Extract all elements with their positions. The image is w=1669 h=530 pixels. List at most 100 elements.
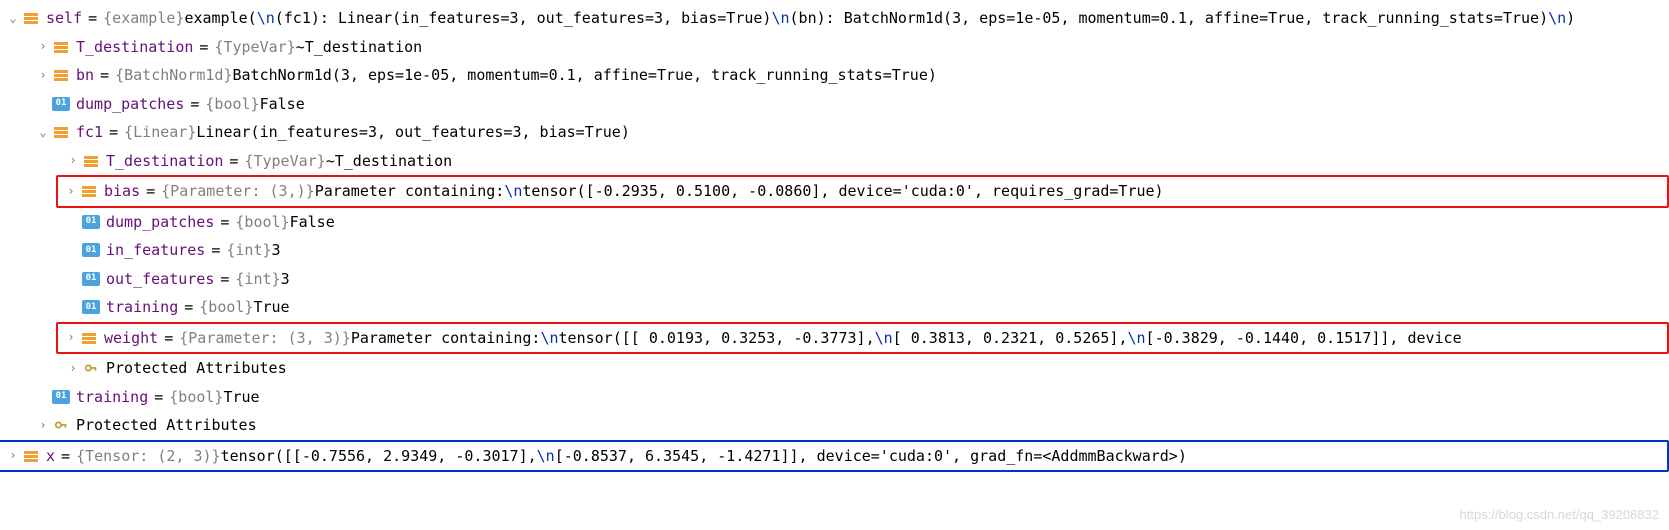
var-name: bn xyxy=(76,61,94,90)
object-icon xyxy=(22,447,40,465)
highlight-weight: › weight = {Parameter: (3, 3)} Parameter… xyxy=(56,322,1669,355)
equals: = xyxy=(148,383,169,412)
expand-arrow[interactable]: › xyxy=(62,180,80,203)
expand-arrow[interactable]: ⌄ xyxy=(4,7,22,30)
var-type: {bool} xyxy=(205,90,259,119)
object-icon xyxy=(80,182,98,200)
object-icon xyxy=(22,9,40,27)
var-fc1[interactable]: ⌄ fc1 = {Linear} Linear(in_features=3, o… xyxy=(0,118,1669,147)
var-name: dump_patches xyxy=(76,90,184,119)
var-weight[interactable]: › weight = {Parameter: (3, 3)} Parameter… xyxy=(58,324,1667,353)
equals: = xyxy=(214,208,235,237)
var-name: T_destination xyxy=(76,33,193,62)
var-bias[interactable]: › bias = {Parameter: (3,)} Parameter con… xyxy=(58,177,1667,206)
expand-arrow[interactable]: › xyxy=(34,414,52,437)
primitive-icon: 01 xyxy=(82,300,100,314)
key-icon xyxy=(52,416,70,434)
var-name: self xyxy=(46,4,82,33)
equals: = xyxy=(193,33,214,62)
var-name: bias xyxy=(104,177,140,206)
var-fc1-dump-patches[interactable]: 01 dump_patches = {bool} False xyxy=(0,208,1669,237)
equals: = xyxy=(55,442,76,471)
var-tdestination[interactable]: › T_destination = {TypeVar} ~T_destinati… xyxy=(0,33,1669,62)
object-icon xyxy=(52,123,70,141)
equals: = xyxy=(178,293,199,322)
var-value: Linear(in_features=3, out_features=3, bi… xyxy=(196,118,629,147)
var-value: tensor([[ 0.0193, 0.3253, -0.3773], xyxy=(559,324,875,353)
equals: = xyxy=(158,324,179,353)
esc: \n xyxy=(1548,4,1566,33)
var-value: tensor([[-0.7556, 2.9349, -0.3017], xyxy=(221,442,537,471)
var-fc1-training[interactable]: 01 training = {bool} True xyxy=(0,293,1669,322)
esc: \n xyxy=(540,324,558,353)
var-type: {example} xyxy=(103,4,184,33)
var-dump-patches[interactable]: 01 dump_patches = {bool} False xyxy=(0,90,1669,119)
var-value: [-0.3829, -0.1440, 0.1517]], device xyxy=(1146,324,1462,353)
var-value: ) xyxy=(1566,4,1575,33)
equals: = xyxy=(214,265,235,294)
var-name: training xyxy=(76,383,148,412)
var-type: {Linear} xyxy=(124,118,196,147)
var-name: fc1 xyxy=(76,118,103,147)
var-value: ~T_destination xyxy=(326,147,452,176)
var-value: BatchNorm1d(3, eps=1e-05, momentum=0.1, … xyxy=(233,61,937,90)
watermark: https://blog.csdn.net/qq_39208832 xyxy=(1460,503,1660,528)
expand-arrow[interactable]: › xyxy=(62,326,80,349)
highlight-x: › x = {Tensor: (2, 3)} tensor([[-0.7556,… xyxy=(0,440,1669,473)
expand-arrow[interactable]: › xyxy=(34,35,52,58)
var-name: weight xyxy=(104,324,158,353)
var-name: training xyxy=(106,293,178,322)
key-icon xyxy=(82,359,100,377)
var-training[interactable]: 01 training = {bool} True xyxy=(0,383,1669,412)
var-x[interactable]: › x = {Tensor: (2, 3)} tensor([[-0.7556,… xyxy=(0,442,1667,471)
var-type: {bool} xyxy=(199,293,253,322)
var-type: {int} xyxy=(235,265,280,294)
primitive-icon: 01 xyxy=(52,97,70,111)
primitive-icon: 01 xyxy=(82,272,100,286)
var-self[interactable]: ⌄ self = {example} example( \n (fc1): Li… xyxy=(0,4,1669,33)
object-icon xyxy=(52,38,70,56)
protected-attributes[interactable]: › Protected Attributes xyxy=(0,354,1669,383)
var-name: in_features xyxy=(106,236,205,265)
object-icon xyxy=(52,66,70,84)
var-fc1-tdestination[interactable]: › T_destination = {TypeVar} ~T_destinati… xyxy=(0,147,1669,176)
var-name: T_destination xyxy=(106,147,223,176)
esc: \n xyxy=(537,442,555,471)
var-name: out_features xyxy=(106,265,214,294)
equals: = xyxy=(82,4,103,33)
object-icon xyxy=(80,329,98,347)
equals: = xyxy=(103,118,124,147)
var-in-features[interactable]: 01 in_features = {int} 3 xyxy=(0,236,1669,265)
expand-arrow[interactable]: › xyxy=(4,444,22,467)
var-type: {Parameter: (3,)} xyxy=(161,177,315,206)
var-bn[interactable]: › bn = {BatchNorm1d} BatchNorm1d(3, eps=… xyxy=(0,61,1669,90)
var-name: dump_patches xyxy=(106,208,214,237)
var-type: {TypeVar} xyxy=(214,33,295,62)
expand-arrow[interactable]: › xyxy=(64,357,82,380)
equals: = xyxy=(205,236,226,265)
expand-arrow[interactable]: › xyxy=(64,149,82,172)
var-type: {bool} xyxy=(235,208,289,237)
expand-arrow[interactable]: ⌄ xyxy=(34,121,52,144)
var-value: (fc1): Linear(in_features=3, out_feature… xyxy=(275,4,772,33)
var-value: 3 xyxy=(272,236,281,265)
var-value: 3 xyxy=(281,265,290,294)
esc: \n xyxy=(1127,324,1145,353)
expand-arrow[interactable]: › xyxy=(34,64,52,87)
equals: = xyxy=(140,177,161,206)
var-value: example( xyxy=(184,4,256,33)
var-type: {TypeVar} xyxy=(244,147,325,176)
esc: \n xyxy=(875,324,893,353)
esc: \n xyxy=(771,4,789,33)
esc: \n xyxy=(257,4,275,33)
var-value: (bn): BatchNorm1d(3, eps=1e-05, momentum… xyxy=(790,4,1549,33)
var-type: {Parameter: (3, 3)} xyxy=(179,324,351,353)
var-value: [ 0.3813, 0.2321, 0.5265], xyxy=(893,324,1128,353)
highlight-bias: › bias = {Parameter: (3,)} Parameter con… xyxy=(56,175,1669,208)
label: Protected Attributes xyxy=(106,354,287,383)
var-out-features[interactable]: 01 out_features = {int} 3 xyxy=(0,265,1669,294)
equals: = xyxy=(223,147,244,176)
var-type: {int} xyxy=(226,236,271,265)
protected-attributes[interactable]: › Protected Attributes xyxy=(0,411,1669,440)
var-value: False xyxy=(260,90,305,119)
